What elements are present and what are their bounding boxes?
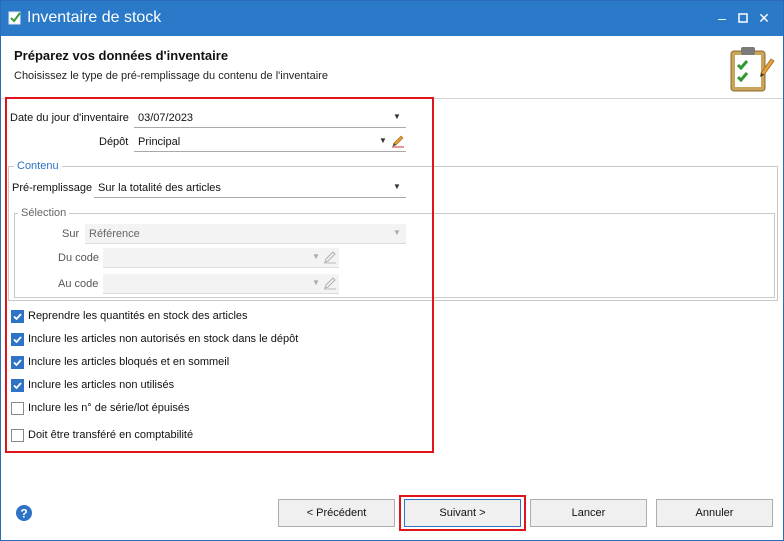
previous-button[interactable]: < Précédent <box>278 499 395 527</box>
window-title: Inventaire de stock <box>27 9 162 26</box>
title-bar: Inventaire de stock – ✕ <box>1 1 783 36</box>
highlight-frame-form <box>5 97 434 453</box>
launch-button[interactable]: Lancer <box>530 499 647 527</box>
svg-text:?: ? <box>20 507 27 521</box>
maximize-icon[interactable] <box>734 9 752 27</box>
close-icon[interactable]: ✕ <box>755 9 773 27</box>
inventaire-window: Inventaire de stock – ✕ Préparez vos don… <box>0 0 784 541</box>
cancel-button[interactable]: Annuler <box>656 499 773 527</box>
next-button[interactable]: Suivant > <box>404 499 521 527</box>
page-title: Préparez vos données d'inventaire <box>14 48 229 63</box>
minimize-icon[interactable]: – <box>713 9 731 27</box>
help-icon[interactable]: ? <box>15 504 33 522</box>
clipboard-check-icon <box>730 47 775 92</box>
app-icon <box>8 11 21 25</box>
page-subtitle: Choisissez le type de pré-remplissage du… <box>14 70 328 82</box>
